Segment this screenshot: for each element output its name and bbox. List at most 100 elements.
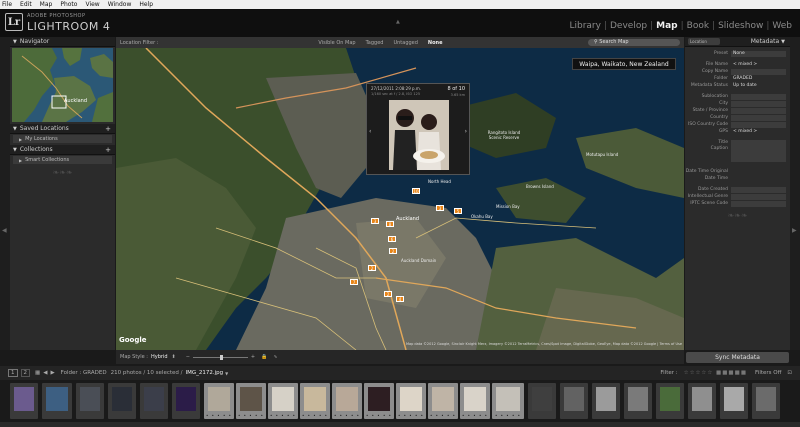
- expand-triangle-icon[interactable]: ▼: [781, 39, 785, 45]
- zoom-out-icon[interactable]: −: [186, 354, 190, 360]
- filmstrip-thumb[interactable]: • • • • •: [492, 383, 524, 419]
- map-canvas[interactable]: Rangitoto Island Scenic Reserve Auckland…: [116, 48, 684, 350]
- popup-next-icon[interactable]: ›: [465, 128, 467, 135]
- module-develop[interactable]: Develop: [607, 21, 650, 31]
- filters-off-dropdown[interactable]: Filters Off: [755, 370, 781, 376]
- search-map-input[interactable]: ⚲ Search Map: [588, 39, 680, 46]
- left-panel-edge[interactable]: ◀: [0, 37, 10, 350]
- filmstrip-scrollbar[interactable]: [0, 422, 800, 427]
- photo-marker[interactable]: 3: [436, 205, 444, 211]
- filmstrip-thumb[interactable]: [752, 383, 780, 419]
- right-panel-edge[interactable]: ▶: [790, 37, 800, 350]
- navigator-map[interactable]: Auckland: [12, 48, 113, 122]
- saved-locations-header[interactable]: ▼ Saved Locations +: [10, 124, 115, 134]
- module-slideshow[interactable]: Slideshow: [715, 21, 766, 31]
- filmstrip-thumb[interactable]: [560, 383, 588, 419]
- filmstrip-thumb[interactable]: [720, 383, 748, 419]
- rating-stars[interactable]: • • • • •: [460, 413, 490, 418]
- metadata-value[interactable]: GRADED: [731, 76, 786, 82]
- sync-metadata-button[interactable]: Sync Metadata: [686, 352, 789, 363]
- photo-marker[interactable]: 3: [371, 218, 379, 224]
- forward-arrow-icon[interactable]: ▶: [50, 370, 54, 376]
- filmstrip-thumb[interactable]: • • • • •: [364, 383, 394, 419]
- metadata-view-select[interactable]: Location: [688, 38, 720, 45]
- folder-path[interactable]: Folder : GRADED: [61, 370, 107, 376]
- menu-help[interactable]: Help: [139, 1, 153, 8]
- filmstrip-thumb[interactable]: • • • • •: [300, 383, 330, 419]
- zoom-slider-thumb[interactable]: [219, 354, 223, 360]
- zoom-in-icon[interactable]: +: [251, 354, 255, 360]
- module-map[interactable]: Map: [653, 21, 680, 31]
- filmstrip-thumb[interactable]: [528, 383, 556, 419]
- filmstrip-thumb[interactable]: • • • • •: [332, 383, 362, 419]
- filter-none[interactable]: None: [428, 40, 443, 46]
- metadata-value[interactable]: [731, 100, 786, 107]
- zoom-slider[interactable]: [192, 354, 248, 360]
- module-web[interactable]: Web: [769, 21, 795, 31]
- metadata-value[interactable]: < mixed >: [731, 129, 786, 135]
- navigator-header[interactable]: ▼ Navigator: [10, 37, 115, 47]
- menu-window[interactable]: Window: [108, 1, 132, 8]
- filter-lock-icon[interactable]: ⊡: [787, 370, 792, 376]
- photo-marker[interactable]: 8: [386, 221, 394, 227]
- photo-marker[interactable]: 7: [350, 279, 358, 285]
- map-style-dropdown[interactable]: Hybrid: [151, 354, 168, 360]
- metadata-value[interactable]: [731, 200, 786, 207]
- metadata-value[interactable]: [731, 193, 786, 200]
- photo-marker[interactable]: 10: [412, 188, 420, 194]
- current-filename[interactable]: IMG_2172.jpg: [185, 370, 223, 376]
- metadata-value[interactable]: < mixed >: [731, 62, 786, 68]
- photo-marker[interactable]: 4: [396, 296, 404, 302]
- filmstrip-thumb[interactable]: [592, 383, 620, 419]
- rating-stars[interactable]: • • • • •: [428, 413, 458, 418]
- filmstrip-thumb[interactable]: • • • • •: [204, 383, 234, 419]
- menu-view[interactable]: View: [85, 1, 99, 8]
- map-attribution[interactable]: Map data ©2012 Google, Sinclair Knight M…: [406, 342, 682, 346]
- collapse-right-arrow-icon[interactable]: ▶: [792, 227, 797, 234]
- smart-collections-item[interactable]: ▶ Smart Collections: [13, 156, 112, 164]
- photo-marker[interactable]: 2: [384, 291, 392, 297]
- filmstrip-thumb[interactable]: [108, 383, 136, 419]
- dropdown-arrow-icon[interactable]: ⬍: [172, 354, 176, 360]
- photo-marker[interactable]: 2: [389, 248, 397, 254]
- add-collection-icon[interactable]: +: [105, 146, 111, 154]
- metadata-value[interactable]: [731, 114, 786, 121]
- rating-stars[interactable]: • • • • •: [268, 413, 298, 418]
- preset-dropdown[interactable]: None: [731, 50, 786, 57]
- metadata-value[interactable]: [731, 139, 786, 146]
- popup-prev-icon[interactable]: ‹: [369, 128, 371, 135]
- lock-icon[interactable]: 🔒: [261, 354, 267, 360]
- collapse-top-arrow-icon[interactable]: ▲: [396, 19, 400, 25]
- filmstrip-thumb[interactable]: • • • • •: [268, 383, 298, 419]
- dropdown-arrow-icon[interactable]: ▼: [225, 371, 228, 376]
- filmstrip-thumb[interactable]: • • • • •: [460, 383, 490, 419]
- add-location-icon[interactable]: +: [105, 125, 111, 133]
- filmstrip-thumb[interactable]: [656, 383, 684, 419]
- menu-photo[interactable]: Photo: [60, 1, 77, 8]
- rating-filter-stars[interactable]: ☆☆☆☆☆ ■■■■■: [684, 370, 747, 376]
- filmstrip-thumb[interactable]: [688, 383, 716, 419]
- rating-stars[interactable]: • • • • •: [204, 413, 234, 418]
- rating-stars[interactable]: • • • • •: [236, 413, 266, 418]
- tracklog-icon[interactable]: ∿: [273, 354, 277, 360]
- filmstrip-thumb[interactable]: [172, 383, 200, 419]
- filmstrip-thumb[interactable]: [76, 383, 104, 419]
- filmstrip-thumb[interactable]: [140, 383, 168, 419]
- filmstrip-thumb[interactable]: • • • • •: [396, 383, 426, 419]
- metadata-value[interactable]: [731, 121, 786, 128]
- grid-view-icon[interactable]: ▦: [35, 370, 40, 376]
- metadata-value[interactable]: [731, 186, 786, 193]
- menu-map[interactable]: Map: [40, 1, 53, 8]
- metadata-value[interactable]: [731, 93, 786, 100]
- filmstrip-thumb[interactable]: • • • • •: [236, 383, 266, 419]
- filmstrip-thumb[interactable]: • • • • •: [428, 383, 458, 419]
- rating-stars[interactable]: • • • • •: [300, 413, 330, 418]
- metadata-value[interactable]: [731, 146, 786, 162]
- collections-header[interactable]: ▼ Collections +: [10, 145, 115, 155]
- filter-visible-on-map[interactable]: Visible On Map: [318, 40, 355, 46]
- metadata-title[interactable]: Metadata: [751, 38, 779, 45]
- filter-tagged[interactable]: Tagged: [366, 40, 384, 46]
- photo-marker[interactable]: 5: [454, 208, 462, 214]
- photo-marker[interactable]: 2: [368, 265, 376, 271]
- filmstrip-thumb[interactable]: [10, 383, 38, 419]
